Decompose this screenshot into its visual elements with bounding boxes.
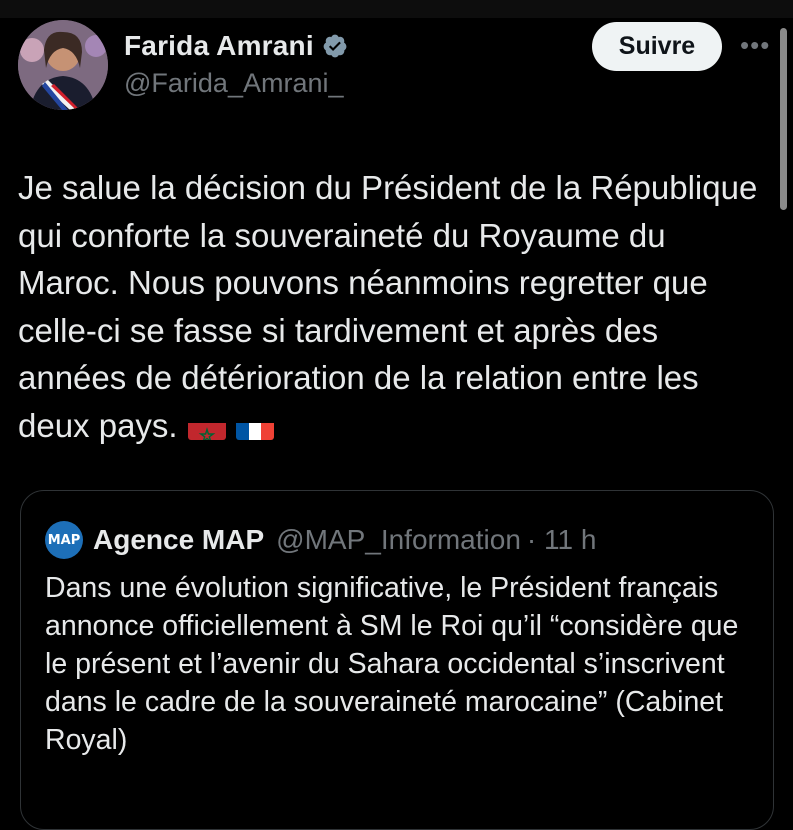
quoted-author-name[interactable]: Agence MAP <box>93 524 264 556</box>
quoted-tweet[interactable]: MAP Agence MAP @MAP_Information · 11 h D… <box>20 490 774 830</box>
quoted-author-handle[interactable]: @MAP_Information <box>276 524 521 556</box>
author-name[interactable]: Farida Amrani <box>124 30 314 62</box>
scrollbar[interactable] <box>780 28 787 210</box>
top-bar <box>0 0 793 18</box>
quoted-timestamp[interactable]: · 11 h <box>527 524 597 556</box>
verified-badge-icon <box>323 34 347 58</box>
flag-france-icon <box>235 414 274 440</box>
flag-morocco-icon <box>187 414 226 440</box>
quoted-tweet-text: Dans une évolution significative, le Pré… <box>45 572 739 756</box>
tweet-text-body: Je salue la décision du Président de la … <box>18 169 758 444</box>
follow-button[interactable]: Suivre <box>592 22 722 71</box>
more-options-icon[interactable]: ••• <box>740 30 770 61</box>
map-logo-icon[interactable]: MAP <box>45 521 83 559</box>
author-handle[interactable]: @Farida_Amrani_ <box>124 68 344 99</box>
tweet-text: Je salue la décision du Président de la … <box>18 164 768 449</box>
avatar[interactable] <box>18 20 108 110</box>
